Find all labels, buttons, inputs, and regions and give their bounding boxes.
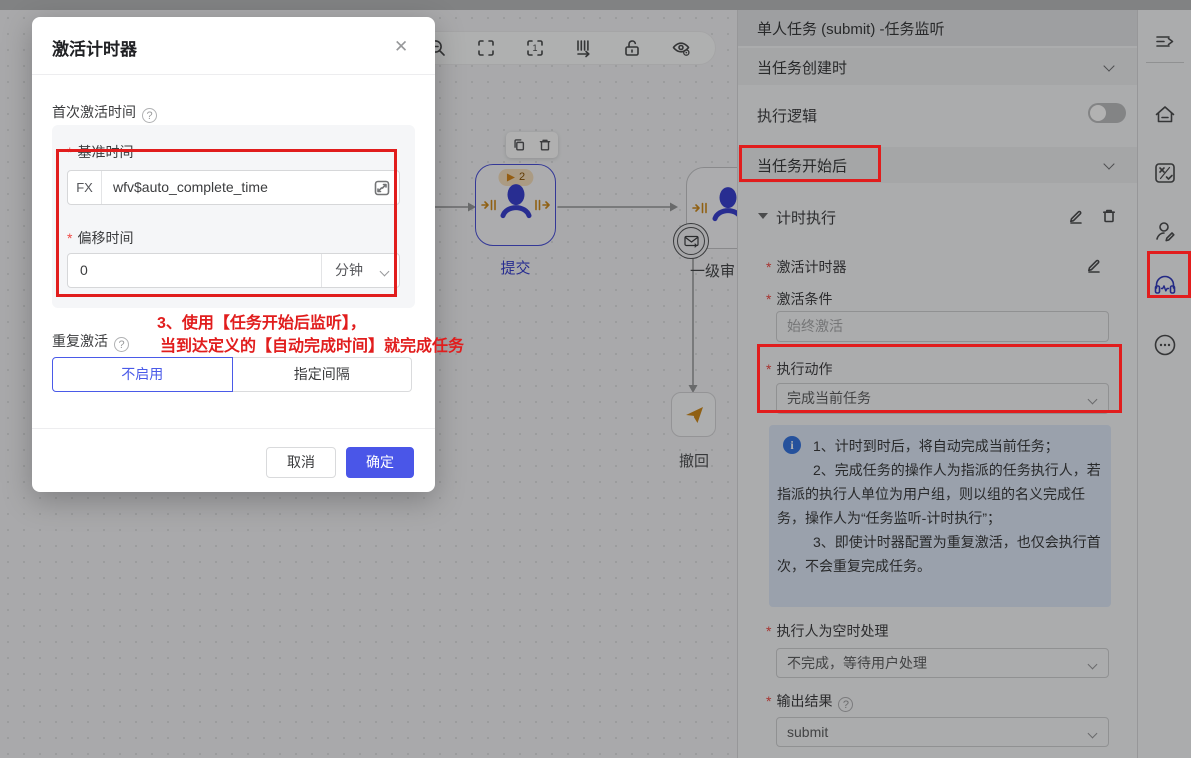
annotation-note-line2: 当到达定义的【自动完成时间】就完成任务	[160, 332, 464, 356]
help-icon[interactable]: ?	[142, 108, 157, 123]
annotation-box-action	[757, 344, 1122, 413]
annotation-box-activation-time	[56, 149, 397, 297]
dialog-footer-divider	[32, 428, 435, 429]
first-activation-label: 首次激活时间?	[52, 102, 157, 123]
repeat-interval-option[interactable]: 指定间隔	[233, 357, 413, 392]
repeat-activation-label: 重复激活?	[52, 331, 129, 352]
confirm-button[interactable]: 确定	[346, 447, 414, 478]
repeat-mode-segmented: 不启用 指定间隔	[52, 357, 412, 392]
dialog-header-divider	[32, 74, 435, 75]
repeat-off-option[interactable]: 不启用	[52, 357, 233, 392]
annotation-box-after-start	[739, 145, 881, 182]
dialog-title: 激活计时器	[52, 35, 137, 60]
annotation-note-line1: 3、使用【任务开始后监听】，	[157, 309, 366, 333]
close-icon[interactable]: ✕	[394, 37, 408, 57]
cancel-button[interactable]: 取消	[266, 447, 336, 478]
help-icon[interactable]: ?	[114, 337, 129, 352]
annotation-box-listener-icon	[1147, 251, 1191, 298]
